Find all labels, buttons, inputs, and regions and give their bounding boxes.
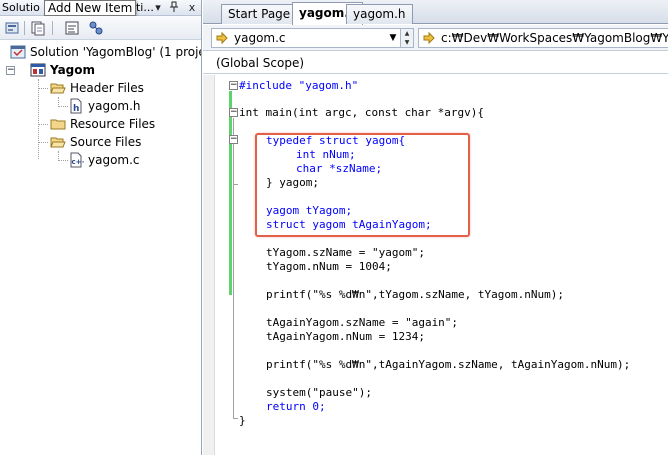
code-text: int main(int argc, const char *argv){ [239,106,485,119]
path-combo[interactable]: c:₩Dev₩WorkSpaces₩YagomBlog₩Yagom [418,28,668,48]
tree-guide-line [38,124,48,125]
file-combo-spinner[interactable]: ▲ ▼ [400,28,414,48]
folder-open-icon [50,80,66,96]
solution-explorer-title: Solutio [2,1,40,14]
yagom-c-label: yagom.c [88,153,140,167]
code-line: system("pause"); [239,386,372,400]
tab-start-page[interactable]: Start Page [221,4,298,24]
tree-source-files-node[interactable]: Source Files [50,133,201,151]
outline-end-mark [233,418,238,419]
project-expander-icon[interactable]: − [6,66,15,75]
tree-guide-line [38,88,48,89]
arrow-right-icon [215,31,229,45]
source-files-label: Source Files [70,135,142,149]
solution-explorer-toolbar [0,16,201,40]
view-code-icon[interactable] [64,20,80,36]
tree-resource-files-node[interactable]: Resource Files [50,115,201,133]
tab-yagom-h[interactable]: yagom.h [346,4,413,24]
tree-guide-line [38,79,39,159]
code-text: tAgainYagom.nNum = 1234; [266,330,425,343]
scope-value: (Global Scope) [216,56,305,70]
code-editor[interactable]: − − − #include "yagom.h" int main(int ar… [203,75,668,455]
project-icon [30,62,46,78]
folder-icon [50,116,66,132]
navigation-bar: yagom.c ▼ ▲ ▼ c:₩Dev₩WorkSpaces₩YagomBlog… [203,25,668,51]
header-file-icon: h [68,98,84,114]
path-combo-value: c:₩Dev₩WorkSpaces₩YagomBlog₩Yagom [441,31,668,45]
scope-combo[interactable]: (Global Scope) [203,52,668,74]
svg-text:h: h [73,104,79,114]
properties-icon[interactable] [4,20,20,36]
code-line: int main(int argc, const char *argv){ [239,106,484,120]
code-text: system("pause"); [266,386,372,399]
code-line: printf("%s %d₩n",tAgainYagom.szName, tAg… [239,358,630,372]
code-line: tAgainYagom.szName = "again"; [239,316,458,330]
header-files-label: Header Files [70,81,144,95]
code-line: return 0; [239,400,326,414]
collapse-main-icon[interactable]: − [229,108,238,117]
toolbar-separator [24,21,25,35]
tree-project-node[interactable]: Yagom [30,61,201,79]
tree-guide-line [58,160,68,161]
folder-open-icon [50,134,66,150]
file-combo[interactable]: yagom.c [211,28,401,48]
code-text: return 0; [266,400,326,413]
collapse-include-icon[interactable]: − [229,81,238,90]
highlight-annotation-box [255,133,470,237]
tree-solution-node[interactable]: Solution 'YagomBlog' (1 project [10,43,202,61]
code-text: tYagom.szName = "yagom"; [266,246,425,259]
tree-yagom-h-node[interactable]: h yagom.h [68,97,201,115]
resource-files-label: Resource Files [70,117,156,131]
tree-yagom-c-node[interactable]: c++ yagom.c [68,151,201,169]
solution-label: Solution 'YagomBlog' (1 project [30,45,202,59]
code-line: #include "yagom.h" [239,79,358,93]
code-text: } [239,414,246,427]
tree-guide-line [38,142,48,143]
tree-guide-line [58,106,68,107]
outline-end-mark [233,184,238,185]
toolbar-separator [52,21,53,35]
code-line: printf("%s %d₩n",tYagom.szName, tYagom.n… [239,288,564,302]
editor-panel: Start Page yagom.c yagom.h yagom.c ▼ ▲ ▼ … [203,0,668,455]
dropdown-arrow-icon[interactable]: ▾ [152,1,164,14]
arrow-right-icon [422,31,436,45]
file-combo-value: yagom.c [234,31,286,45]
add-new-item-tooltip: Add New Item [44,0,137,16]
code-line: tYagom.nNum = 1004; [239,260,392,274]
solution-icon [10,44,26,60]
code-line: tYagom.szName = "yagom"; [239,246,425,260]
change-tracking-bar [229,91,232,295]
collapse-typedef-icon[interactable]: − [229,135,238,144]
solution-explorer-titlebar: Solutio uti... Add New Item ▾ x [0,0,201,16]
svg-text:c++: c++ [72,158,85,166]
file-combo-dropdown-icon[interactable]: ▼ [385,28,401,48]
cpp-file-icon: c++ [68,152,88,168]
outline-line [233,118,234,418]
tree-header-files-node[interactable]: Header Files [50,79,201,97]
code-line: tAgainYagom.nNum = 1234; [239,330,425,344]
code-text: printf("%s %d₩n",tYagom.szName, tYagom.n… [266,288,565,301]
close-icon[interactable]: x [186,1,198,14]
solution-explorer-panel: Solutio uti... Add New Item ▾ x Solution… [0,0,202,455]
code-line: } [239,414,246,428]
code-text: tYagom.nNum = 1004; [266,260,392,273]
code-text: #include "yagom.h" [239,79,359,92]
indicator-margin [203,75,215,455]
project-label: Yagom [50,63,96,77]
class-diagram-icon[interactable] [88,20,104,36]
yagom-h-label: yagom.h [88,99,141,113]
code-text: tAgainYagom.szName = "again"; [266,316,459,329]
pin-icon[interactable] [168,1,180,16]
code-text: printf("%s %d₩n",tAgainYagom.szName, tAg… [266,358,631,371]
document-tabstrip: Start Page yagom.c yagom.h [203,0,668,25]
show-all-files-icon[interactable] [30,20,46,36]
